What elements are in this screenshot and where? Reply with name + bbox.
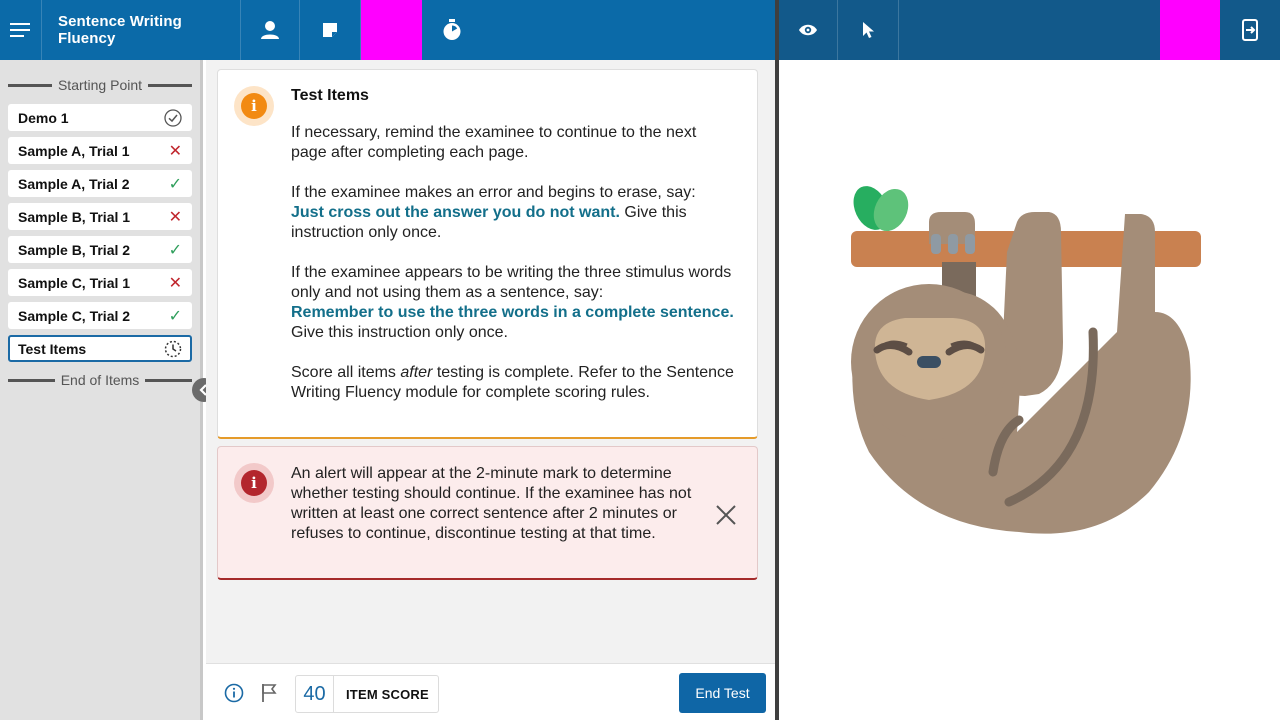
timer-dotted-icon (164, 340, 182, 357)
exit-screen-button[interactable] (1220, 0, 1280, 60)
instruction-card: i Test Items If necessary, remind the ex… (217, 69, 758, 439)
menu-button[interactable] (0, 0, 42, 60)
sidebar-item-label: Sample C, Trial 2 (18, 307, 131, 324)
alert-info-icon: i (241, 470, 267, 496)
check-icon: ✓ (168, 241, 182, 259)
flag-icon[interactable] (260, 683, 278, 703)
x-icon: ✕ (168, 142, 182, 160)
sidebar-item-sample-c-trial-1[interactable]: Sample C, Trial 1 ✕ (8, 269, 192, 296)
note-icon (323, 23, 337, 37)
test-title: Sentence Writing Fluency (42, 0, 241, 60)
scoring-toolbar: 40 ITEM SCORE End Test (206, 663, 775, 720)
pointer-icon (863, 22, 874, 38)
info-badge: i (234, 86, 274, 126)
starting-point-label: Starting Point (57, 77, 143, 93)
sidebar-item-label: Test Items (18, 340, 87, 357)
person-icon (261, 21, 279, 39)
examiner-toolbar: Sentence Writing Fluency (0, 0, 775, 60)
emphasis-text: after (400, 364, 433, 381)
hamburger-menu-icon (9, 23, 30, 37)
sidebar-item-label: Sample B, Trial 1 (18, 208, 131, 225)
alert-text: An alert will appear at the 2-minute mar… (291, 465, 692, 542)
timer-button[interactable] (422, 0, 482, 60)
instruction-text: If the examinee makes an error and begin… (291, 184, 696, 201)
item-score-value[interactable]: 40 (296, 676, 334, 712)
examiner-prompt: Just cross out the answer you do not wan… (291, 204, 620, 221)
instruction-text: If the examinee appears to be writing th… (291, 264, 732, 301)
info-circle-icon[interactable] (224, 683, 244, 703)
sidebar-item-demo-1[interactable]: Demo 1 (8, 104, 192, 131)
app-root: Sentence Writing Fluency Starting Point … (0, 0, 1280, 720)
sidebar-item-sample-a-trial-1[interactable]: Sample A, Trial 1 ✕ (8, 137, 192, 164)
check-circle-icon (164, 108, 182, 127)
instruction-title: Test Items (291, 87, 369, 104)
item-score-label: ITEM SCORE (346, 686, 429, 702)
sidebar-item-label: Sample A, Trial 1 (18, 142, 130, 159)
x-icon: ✕ (168, 274, 182, 292)
exit-screen-icon (1242, 19, 1258, 41)
examinee-view (779, 60, 1280, 720)
check-icon: ✓ (168, 175, 182, 193)
end-of-items-divider: End of Items (8, 370, 192, 390)
stopwatch-icon (443, 19, 461, 40)
sidebar-item-label: Sample C, Trial 1 (18, 274, 131, 291)
instruction-paragraph-3: If the examinee appears to be writing th… (291, 263, 736, 343)
sidebar-item-sample-c-trial-2[interactable]: Sample C, Trial 2 ✓ (8, 302, 192, 329)
instruction-paragraph-2: If the examinee makes an error and begin… (291, 183, 736, 243)
sidebar-item-label: Sample B, Trial 2 (18, 241, 131, 258)
info-icon: i (241, 93, 267, 119)
end-test-button[interactable]: End Test (679, 673, 766, 713)
end-of-items-label: End of Items (60, 372, 140, 388)
sidebar-item-sample-a-trial-2[interactable]: Sample A, Trial 2 ✓ (8, 170, 192, 197)
pointer-button[interactable] (838, 0, 899, 60)
sidebar-item-label: Demo 1 (18, 109, 69, 126)
notes-button[interactable] (300, 0, 361, 60)
placeholder-block-right (1160, 0, 1220, 60)
close-icon[interactable] (714, 503, 738, 527)
instruction-paragraph-1: If necessary, remind the examinee to con… (291, 124, 697, 161)
starting-point-divider: Starting Point (8, 75, 192, 95)
sidebar-item-test-items[interactable]: Test Items (8, 335, 192, 362)
examinee-button[interactable] (241, 0, 300, 60)
placeholder-block (361, 0, 422, 60)
alert-badge: i (234, 463, 274, 503)
eye-icon (799, 24, 817, 36)
examinee-toolbar (779, 0, 1280, 60)
sidebar-item-label: Sample A, Trial 2 (18, 175, 130, 192)
examiner-prompt: Remember to use the three words in a com… (291, 304, 734, 321)
x-icon: ✕ (168, 208, 182, 226)
instruction-text: Score all items (291, 364, 401, 381)
item-score-field[interactable]: 40 ITEM SCORE (295, 675, 439, 713)
item-sidebar: Starting Point Demo 1 Sample A, Trial 1 … (0, 60, 203, 720)
check-icon: ✓ (168, 307, 182, 325)
instruction-paragraph-4: Score all items after testing is complet… (291, 363, 736, 403)
sidebar-item-sample-b-trial-2[interactable]: Sample B, Trial 2 ✓ (8, 236, 192, 263)
alert-card: i An alert will appear at the 2-minute m… (217, 446, 758, 580)
sidebar-item-sample-b-trial-1[interactable]: Sample B, Trial 1 ✕ (8, 203, 192, 230)
instructions-panel: i Test Items If necessary, remind the ex… (206, 60, 775, 663)
instruction-text: Give this instruction only once. (291, 324, 508, 341)
preview-button[interactable] (779, 0, 838, 60)
sloth-illustration (851, 186, 1201, 534)
